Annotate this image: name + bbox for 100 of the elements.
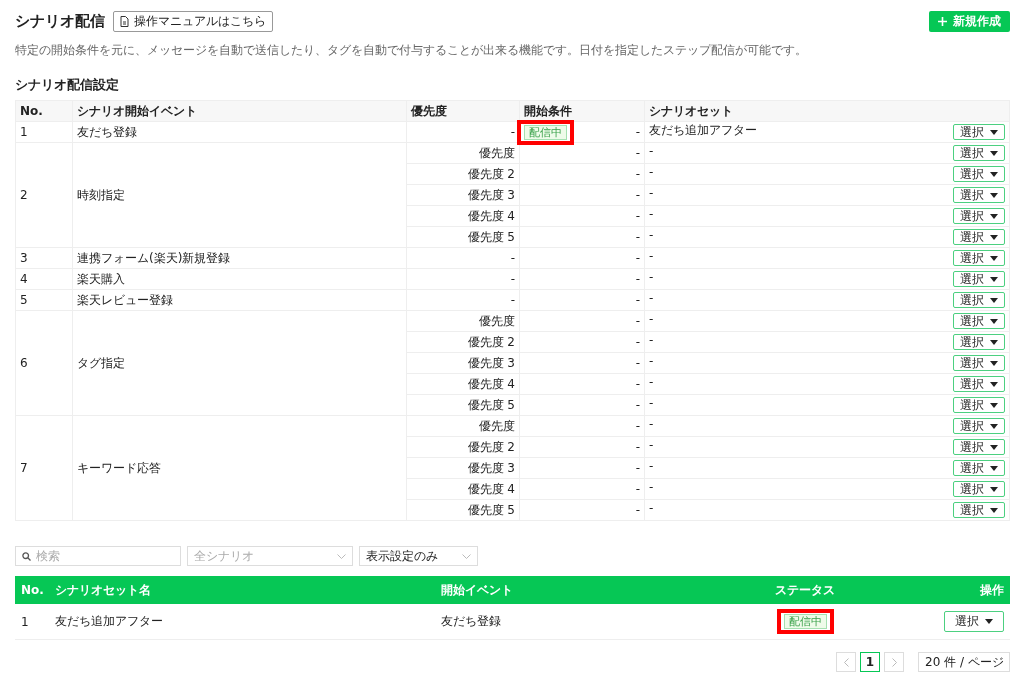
column-header: 開始条件 — [519, 100, 645, 122]
table-cell: - — [649, 417, 654, 431]
caret-icon — [990, 339, 998, 345]
caret-icon — [990, 381, 998, 387]
table-cell: - — [635, 334, 640, 349]
table-cell: - — [635, 187, 640, 202]
page-size-dropdown[interactable]: 20 件 / ページ — [918, 652, 1010, 672]
select-dropdown-button[interactable]: 選択 — [953, 439, 1005, 455]
status-badge: 配信中 — [783, 614, 827, 629]
select-dropdown-button[interactable]: 選択 — [953, 313, 1005, 329]
select-dropdown-button[interactable]: 選択 — [953, 418, 1005, 434]
table-cell: 優先度 4 — [406, 373, 520, 395]
table-cell: 5 — [15, 289, 73, 311]
display-dropdown[interactable]: 表示設定のみ — [359, 546, 478, 566]
caret-icon — [990, 465, 998, 471]
next-page-button[interactable] — [884, 652, 904, 672]
table-cell: - — [649, 207, 654, 221]
table-cell: - — [635, 313, 640, 328]
description: 特定の開始条件を元に、メッセージを自動で送信したり、タグを自動で付与することが出来る機能です。日付を指定したステップ配信が可能です。 — [15, 43, 808, 57]
select-dropdown-button[interactable]: 選択 — [953, 376, 1005, 392]
table-cell: 優先度 — [406, 142, 520, 164]
select-dropdown-button[interactable]: 選択 — [953, 145, 1005, 161]
table-cell: 友だち追加アフター — [49, 604, 435, 640]
table-cell: - — [649, 270, 654, 284]
table-cell: - — [649, 291, 654, 305]
table-cell: 楽天レビュー登録 — [72, 289, 407, 311]
table-cell: - — [406, 268, 520, 290]
table-cell: 優先度 — [406, 310, 520, 332]
select-dropdown-button[interactable]: 選択 — [953, 460, 1005, 476]
table-cell: 優先度 3 — [406, 457, 520, 479]
select-dropdown-button[interactable]: 選択 — [953, 187, 1005, 203]
table-cell: - — [649, 480, 654, 494]
table-cell: - — [635, 124, 640, 139]
select-dropdown-button[interactable]: 選択 — [953, 229, 1005, 245]
table-cell: キーワード応答 — [72, 415, 407, 521]
caret-icon — [990, 423, 998, 429]
table-cell: - — [649, 438, 654, 452]
table-cell: - — [649, 375, 654, 389]
select-dropdown-button[interactable]: 選択 — [953, 334, 1005, 350]
table-cell: 6 — [15, 310, 73, 416]
table-cell: 優先度 3 — [406, 184, 520, 206]
status-badge: 配信中 — [524, 125, 567, 140]
caret-icon — [990, 192, 998, 198]
chevron-right-icon — [891, 657, 897, 667]
table-cell: - — [649, 144, 654, 158]
select-dropdown-button[interactable]: 選択 — [953, 250, 1005, 266]
table-cell: - — [635, 229, 640, 244]
caret-icon — [990, 234, 998, 240]
table-cell: - — [635, 355, 640, 370]
select-dropdown-button[interactable]: 選択 — [953, 397, 1005, 413]
table-cell: - — [635, 166, 640, 181]
select-dropdown-button[interactable]: 選択 — [944, 611, 1004, 632]
table-cell: 優先度 5 — [406, 499, 520, 521]
table-cell: - — [649, 396, 654, 410]
caret-icon — [990, 444, 998, 450]
table-cell: - — [635, 418, 640, 433]
caret-icon — [990, 255, 998, 261]
table-cell: 2 — [15, 142, 73, 248]
chevron-down-icon — [462, 553, 471, 559]
manual-button[interactable]: 操作マニュアルはこちら — [113, 11, 273, 32]
table-cell: 優先度 — [406, 415, 520, 437]
table-cell: 1 — [15, 604, 49, 640]
table-cell: - — [635, 292, 640, 307]
column-header: シナリオ開始イベント — [72, 100, 407, 122]
search-icon — [22, 552, 31, 561]
table-cell: - — [649, 459, 654, 473]
section-title: シナリオ配信設定 — [15, 76, 120, 94]
table-cell: - — [635, 208, 640, 223]
select-dropdown-button[interactable]: 選択 — [953, 355, 1005, 371]
caret-icon — [990, 507, 998, 513]
table-cell: 優先度 3 — [406, 352, 520, 374]
column-header: No. — [15, 576, 49, 604]
select-dropdown-button[interactable]: 選択 — [953, 124, 1005, 140]
table-cell: 1 — [15, 121, 73, 143]
table-cell: 連携フォーム(楽天)新規登録 — [72, 247, 407, 269]
select-dropdown-button[interactable]: 選択 — [953, 166, 1005, 182]
select-dropdown-button[interactable]: 選択 — [953, 271, 1005, 287]
caret-icon — [990, 129, 998, 135]
table-cell: 4 — [15, 268, 73, 290]
search-field[interactable]: 検索 — [15, 546, 181, 566]
table-cell: 時刻指定 — [72, 142, 407, 248]
table-cell: - — [635, 439, 640, 454]
previous-page-button[interactable] — [836, 652, 856, 672]
document-icon — [120, 16, 129, 27]
table-cell: - — [635, 376, 640, 391]
select-dropdown-button[interactable]: 選択 — [953, 481, 1005, 497]
table-cell: - — [649, 228, 654, 242]
select-dropdown-button[interactable]: 選択 — [953, 502, 1005, 518]
table-cell: - — [649, 354, 654, 368]
select-dropdown-button[interactable]: 選択 — [953, 292, 1005, 308]
table-cell: 優先度 4 — [406, 205, 520, 227]
table-cell: 友だち登録 — [435, 604, 705, 640]
page-button[interactable]: 1 — [860, 652, 880, 672]
table-cell: - — [635, 481, 640, 496]
select-dropdown-button[interactable]: 選択 — [953, 208, 1005, 224]
column-header: シナリオセット名 — [49, 576, 435, 604]
table-cell: 優先度 4 — [406, 478, 520, 500]
table-cell: 3 — [15, 247, 73, 269]
table-cell: - — [635, 397, 640, 412]
table-cell: 優先度 2 — [406, 331, 520, 353]
